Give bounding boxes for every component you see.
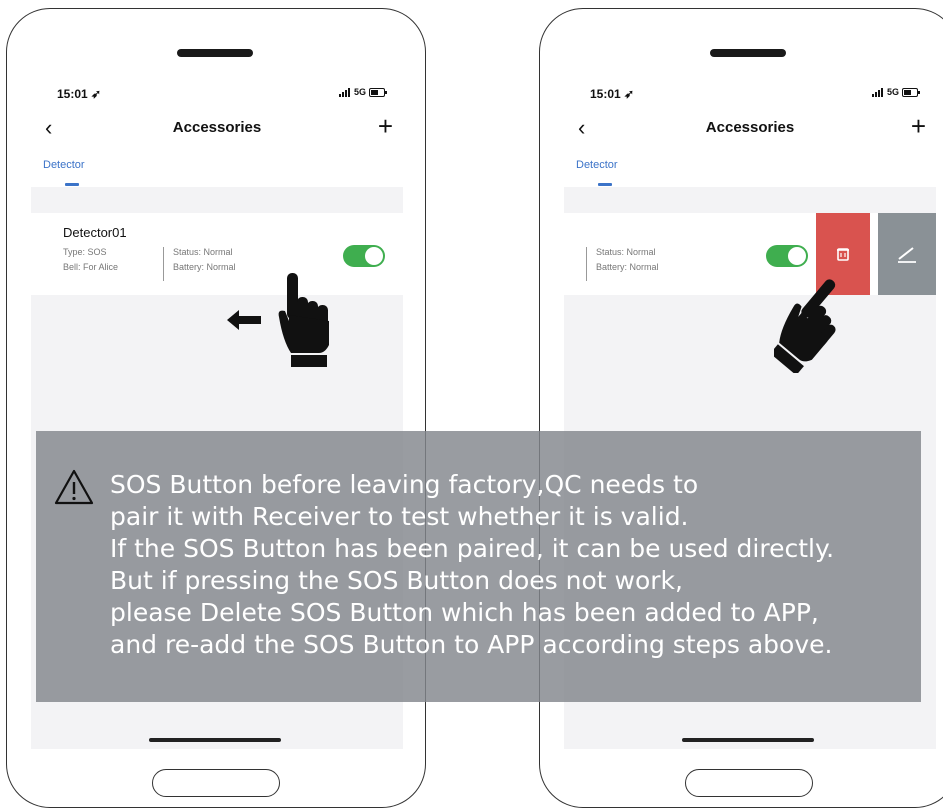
device-type: Type: SOS xyxy=(63,247,107,257)
tab-indicator xyxy=(65,183,79,186)
speaker-grille xyxy=(177,49,253,57)
divider xyxy=(163,247,164,281)
tab-indicator xyxy=(598,183,612,186)
tap-hand-icon xyxy=(774,279,836,373)
device-battery: Battery: Normal xyxy=(173,262,236,272)
notice-line: SOS Button before leaving factory,QC nee… xyxy=(110,470,699,499)
home-indicator xyxy=(149,738,281,742)
notice-line: please Delete SOS Button which has been … xyxy=(110,598,819,627)
notice-line: pair it with Receiver to test whether it… xyxy=(110,502,689,531)
tab-bar: Detector xyxy=(31,147,403,187)
device-name: Detector01 xyxy=(63,225,127,240)
tab-detector[interactable]: Detector xyxy=(576,159,618,171)
nav-bar: ‹ Accessories + xyxy=(564,111,936,147)
status-indicators: 5G xyxy=(871,87,920,97)
edit-button[interactable] xyxy=(878,213,936,295)
device-card-swiped[interactable]: Status: Normal Battery: Normal xyxy=(564,213,936,295)
signal-icon xyxy=(338,87,351,97)
warning-icon xyxy=(54,469,94,505)
pencil-icon xyxy=(898,247,916,263)
page-title: Accessories xyxy=(705,119,795,136)
device-battery: Battery: Normal xyxy=(596,262,659,272)
network-label: 5G xyxy=(886,87,899,97)
device-state: Status: Normal Battery: Normal xyxy=(596,245,659,275)
home-button[interactable] xyxy=(152,769,280,797)
status-time: 15:01 ➶ xyxy=(57,87,102,101)
tab-bar: Detector xyxy=(564,147,936,187)
notice-text: SOS Button before leaving factory,QC nee… xyxy=(110,469,834,661)
battery-icon xyxy=(369,87,387,97)
status-indicators: 5G xyxy=(338,87,387,97)
divider xyxy=(586,247,587,281)
status-bar: 15:01 ➶ 5G xyxy=(564,71,936,111)
notice-banner: SOS Button before leaving factory,QC nee… xyxy=(36,431,921,702)
home-indicator xyxy=(682,738,814,742)
location-icon: ➶ xyxy=(91,87,102,101)
tab-detector[interactable]: Detector xyxy=(43,159,85,171)
device-toggle[interactable] xyxy=(766,245,808,267)
signal-icon xyxy=(871,87,884,97)
location-icon: ➶ xyxy=(624,87,635,101)
nav-bar: ‹ Accessories + xyxy=(31,111,403,147)
toggle-knob xyxy=(788,247,806,265)
notice-line: If the SOS Button has been paired, it ca… xyxy=(110,534,835,563)
device-state: Status: Normal Battery: Normal xyxy=(173,245,236,275)
device-status: Status: Normal xyxy=(173,247,233,257)
notice-line: and re-add the SOS Button to APP accordi… xyxy=(110,630,833,659)
battery-icon xyxy=(902,87,920,97)
plus-icon[interactable]: + xyxy=(911,111,926,142)
device-status: Status: Normal xyxy=(596,247,656,257)
notice-line: But if pressing the SOS Button does not … xyxy=(110,566,683,595)
device-meta: Type: SOS Bell: For Alice xyxy=(63,245,118,275)
arrow-left-icon xyxy=(227,310,261,330)
toggle-knob xyxy=(365,247,383,265)
trash-icon xyxy=(837,248,849,261)
speaker-grille xyxy=(710,49,786,57)
home-button[interactable] xyxy=(685,769,813,797)
device-card[interactable]: Detector01 Type: SOS Bell: For Alice Sta… xyxy=(31,213,403,295)
device-toggle[interactable] xyxy=(343,245,385,267)
status-time: 15:01 ➶ xyxy=(590,87,635,101)
network-label: 5G xyxy=(353,87,366,97)
device-bell: Bell: For Alice xyxy=(63,262,119,272)
status-bar: 15:01 ➶ 5G xyxy=(31,71,403,111)
swipe-left-hand-icon xyxy=(278,273,329,367)
plus-icon[interactable]: + xyxy=(378,111,393,142)
page-title: Accessories xyxy=(172,119,262,136)
